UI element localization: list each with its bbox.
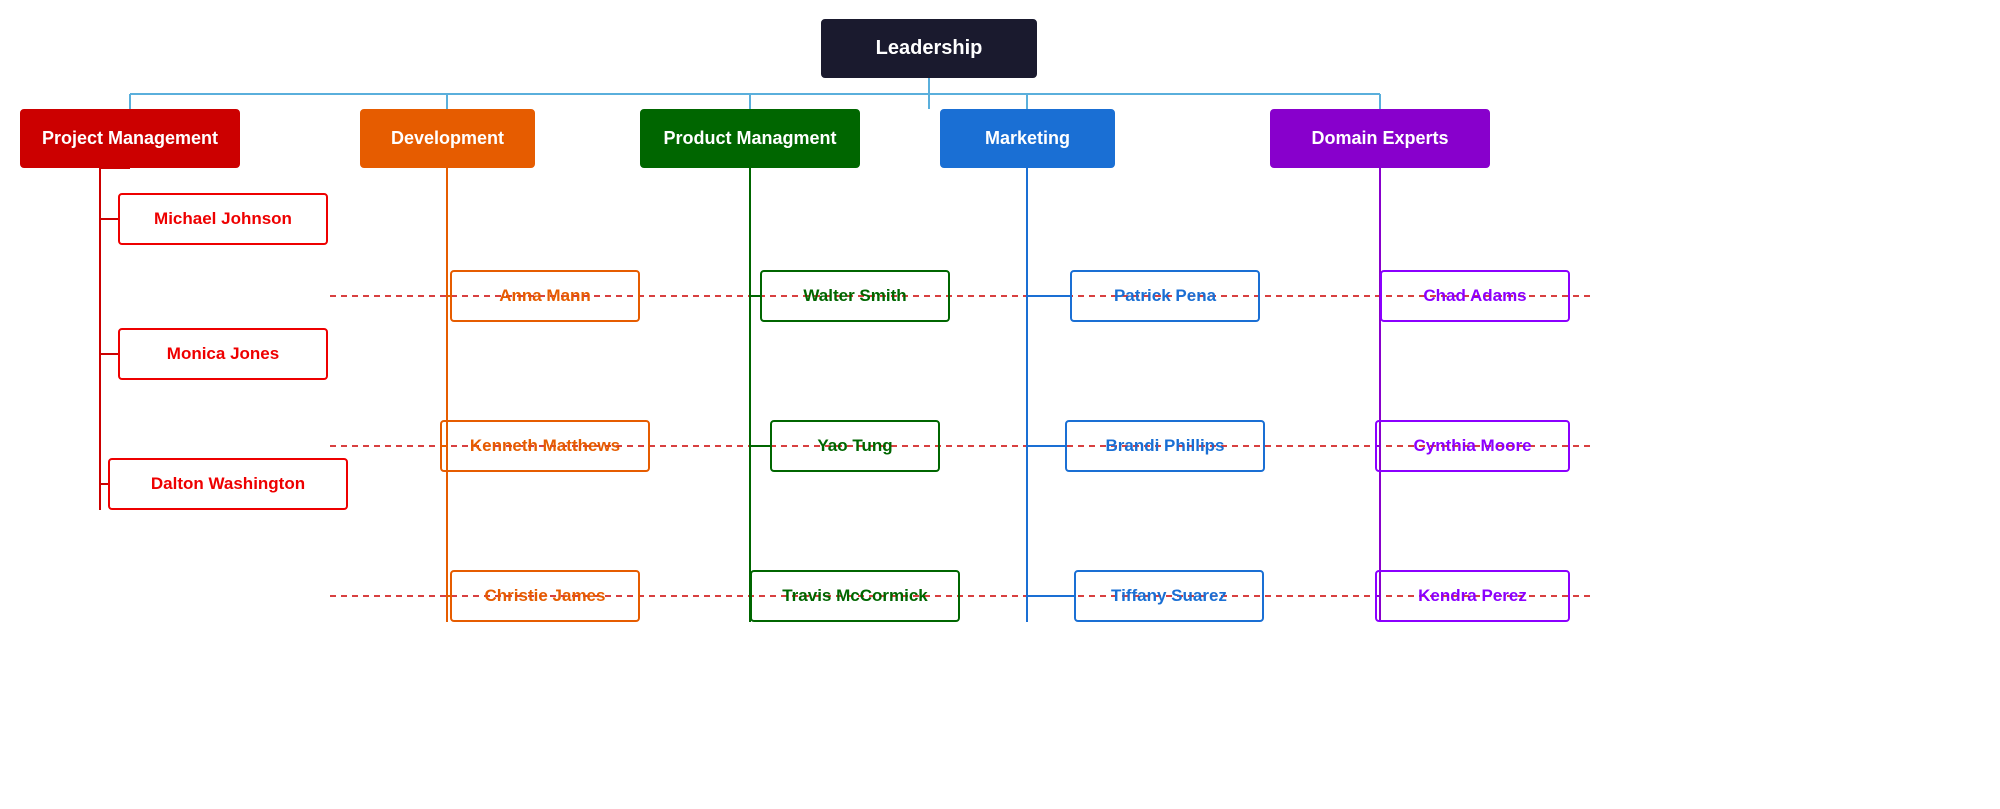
dept-marketing: Marketing [940, 109, 1115, 168]
person-travis-mccormick: Travis McCormick [750, 570, 960, 622]
dept-domain: Domain Experts [1270, 109, 1490, 168]
dept-dev: Development [360, 109, 535, 168]
person-christie-james: Christie James [450, 570, 640, 622]
dept-prodmgmt: Product Managment [640, 109, 860, 168]
person-kenneth-matthews: Kenneth Matthews [440, 420, 650, 472]
person-kendra-perez: Kendra Perez [1375, 570, 1570, 622]
person-walter-smith: Walter Smith [760, 270, 950, 322]
person-chad-adams: Chad Adams [1380, 270, 1570, 322]
org-chart: Leadership Project Management Developmen… [0, 0, 2000, 809]
person-dalton-washington: Dalton Washington [108, 458, 348, 510]
person-monica-jones: Monica Jones [118, 328, 328, 380]
dept-pm: Project Management [20, 109, 240, 168]
person-brandi-phillips: Brandi Phillips [1065, 420, 1265, 472]
leadership-node: Leadership [821, 19, 1037, 78]
person-cynthia-moore: Cynthia Moore [1375, 420, 1570, 472]
person-michael-johnson: Michael Johnson [118, 193, 328, 245]
person-anna-mann: Anna Mann [450, 270, 640, 322]
person-patrick-pena: Patrick Pena [1070, 270, 1260, 322]
person-tiffany-suarez: Tiffany Suarez [1074, 570, 1264, 622]
person-yao-tung: Yao Tung [770, 420, 940, 472]
